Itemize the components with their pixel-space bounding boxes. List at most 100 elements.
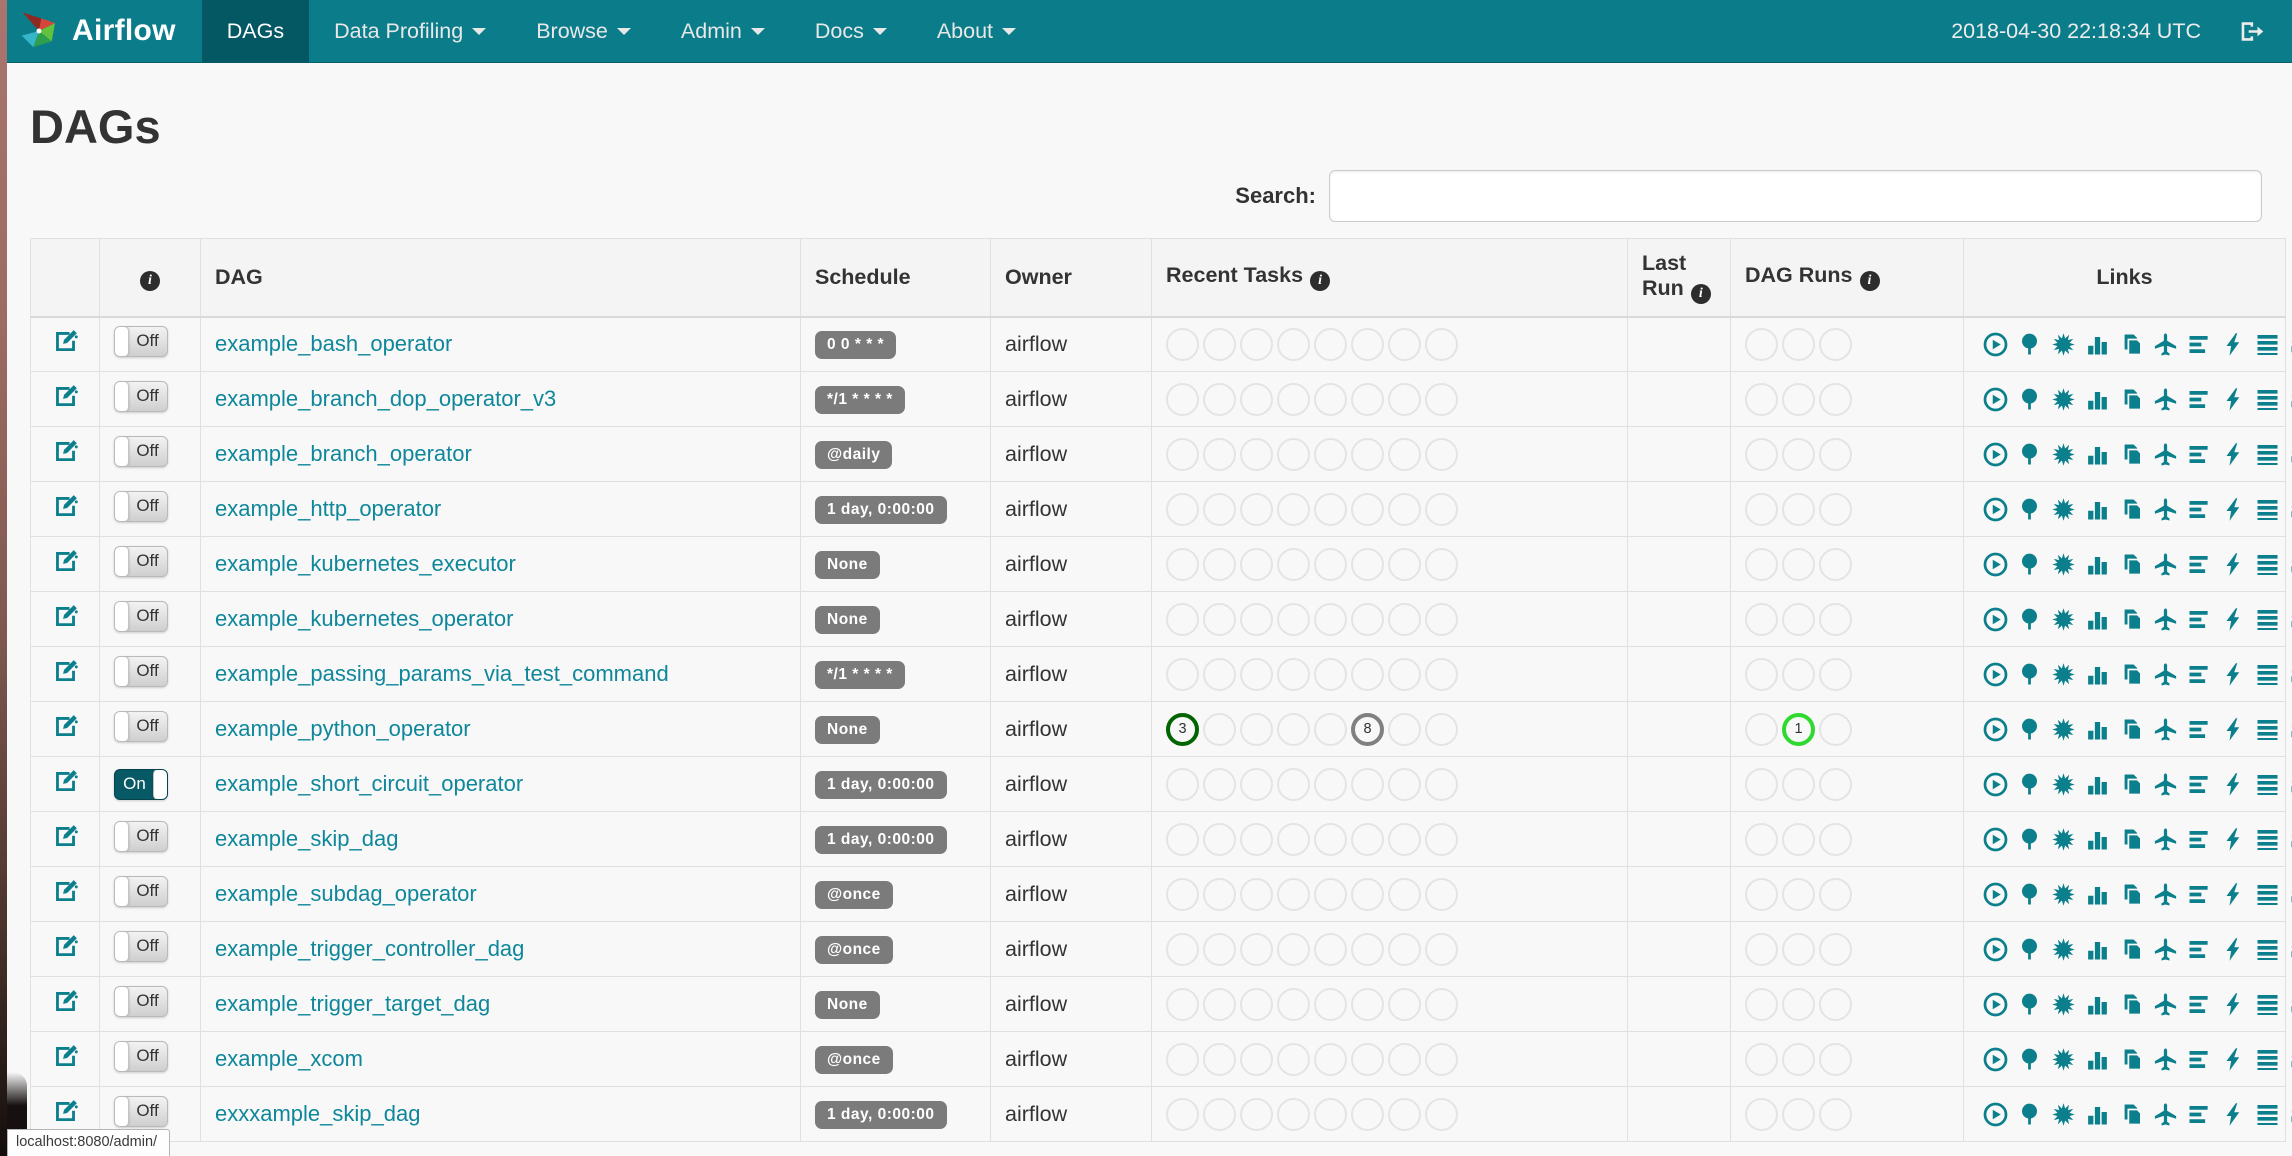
graph-view-icon[interactable]	[2051, 882, 2076, 907]
logs-icon[interactable]	[2255, 717, 2280, 742]
landing-times-icon[interactable]	[2153, 717, 2178, 742]
dag-pause-toggle[interactable]: Off	[114, 710, 168, 742]
dag-name-link[interactable]: exxxample_skip_dag	[215, 1101, 420, 1126]
refresh-icon[interactable]	[2289, 607, 2292, 632]
dag-name-link[interactable]: example_trigger_controller_dag	[215, 936, 524, 961]
landing-times-icon[interactable]	[2153, 1102, 2178, 1127]
code-view-icon[interactable]	[2221, 442, 2246, 467]
task-tries-icon[interactable]	[2119, 332, 2144, 357]
logs-icon[interactable]	[2255, 497, 2280, 522]
refresh-icon[interactable]	[2289, 1047, 2292, 1072]
code-view-icon[interactable]	[2221, 497, 2246, 522]
nav-item-docs[interactable]: Docs	[790, 0, 912, 63]
task-duration-icon[interactable]	[2085, 882, 2110, 907]
task-tries-icon[interactable]	[2119, 1102, 2144, 1127]
graph-view-icon[interactable]	[2051, 717, 2076, 742]
dag-name-link[interactable]: example_branch_dop_operator_v3	[215, 386, 556, 411]
edit-dag-icon[interactable]	[52, 438, 79, 465]
trigger-dag-icon[interactable]	[1983, 662, 2008, 687]
logs-icon[interactable]	[2255, 607, 2280, 632]
landing-times-icon[interactable]	[2153, 497, 2178, 522]
schedule-badge[interactable]: None	[815, 715, 880, 744]
edit-dag-icon[interactable]	[52, 1043, 79, 1070]
tree-view-icon[interactable]	[2017, 607, 2042, 632]
tree-view-icon[interactable]	[2017, 1102, 2042, 1127]
task-tries-icon[interactable]	[2119, 937, 2144, 962]
graph-view-icon[interactable]	[2051, 1047, 2076, 1072]
dag-pause-toggle[interactable]: Off	[114, 1040, 168, 1072]
edit-dag-icon[interactable]	[52, 328, 79, 355]
tree-view-icon[interactable]	[2017, 1047, 2042, 1072]
trigger-dag-icon[interactable]	[1983, 1047, 2008, 1072]
edit-dag-icon[interactable]	[52, 713, 79, 740]
task-duration-icon[interactable]	[2085, 992, 2110, 1017]
landing-times-icon[interactable]	[2153, 992, 2178, 1017]
tree-view-icon[interactable]	[2017, 937, 2042, 962]
task-duration-icon[interactable]	[2085, 442, 2110, 467]
task-tries-icon[interactable]	[2119, 607, 2144, 632]
tree-view-icon[interactable]	[2017, 552, 2042, 577]
trigger-dag-icon[interactable]	[1983, 1102, 2008, 1127]
task-duration-icon[interactable]	[2085, 717, 2110, 742]
dag-pause-toggle[interactable]: Off	[114, 1095, 168, 1127]
refresh-icon[interactable]	[2289, 882, 2292, 907]
logs-icon[interactable]	[2255, 772, 2280, 797]
schedule-badge[interactable]: 1 day, 0:00:00	[815, 495, 947, 524]
search-input[interactable]	[1329, 170, 2262, 222]
dag-pause-toggle[interactable]: Off	[114, 930, 168, 962]
dag-name-link[interactable]: example_python_operator	[215, 716, 471, 741]
nav-item-data-profiling[interactable]: Data Profiling	[309, 0, 511, 63]
gantt-icon[interactable]	[2187, 552, 2212, 577]
dag-pause-toggle[interactable]: On	[114, 768, 168, 800]
logs-icon[interactable]	[2255, 992, 2280, 1017]
edit-dag-icon[interactable]	[52, 988, 79, 1015]
tree-view-icon[interactable]	[2017, 662, 2042, 687]
dag-name-link[interactable]: example_kubernetes_operator	[215, 606, 513, 631]
refresh-icon[interactable]	[2289, 1102, 2292, 1127]
edit-dag-icon[interactable]	[52, 493, 79, 520]
dag-pause-toggle[interactable]: Off	[114, 545, 168, 577]
dag-name-link[interactable]: example_passing_params_via_test_command	[215, 661, 669, 686]
landing-times-icon[interactable]	[2153, 442, 2178, 467]
landing-times-icon[interactable]	[2153, 332, 2178, 357]
logs-icon[interactable]	[2255, 882, 2280, 907]
landing-times-icon[interactable]	[2153, 772, 2178, 797]
graph-view-icon[interactable]	[2051, 442, 2076, 467]
gantt-icon[interactable]	[2187, 1047, 2212, 1072]
logs-icon[interactable]	[2255, 937, 2280, 962]
dag-name-link[interactable]: example_xcom	[215, 1046, 363, 1071]
schedule-badge[interactable]: @once	[815, 1045, 893, 1074]
dag-name-link[interactable]: example_branch_operator	[215, 441, 472, 466]
edit-dag-icon[interactable]	[52, 658, 79, 685]
landing-times-icon[interactable]	[2153, 1047, 2178, 1072]
logs-icon[interactable]	[2255, 332, 2280, 357]
schedule-badge[interactable]: None	[815, 605, 880, 634]
graph-view-icon[interactable]	[2051, 772, 2076, 797]
task-tries-icon[interactable]	[2119, 992, 2144, 1017]
task-duration-icon[interactable]	[2085, 552, 2110, 577]
refresh-icon[interactable]	[2289, 662, 2292, 687]
task-duration-icon[interactable]	[2085, 1047, 2110, 1072]
task-tries-icon[interactable]	[2119, 882, 2144, 907]
landing-times-icon[interactable]	[2153, 827, 2178, 852]
dag-pause-toggle[interactable]: Off	[114, 325, 168, 357]
tree-view-icon[interactable]	[2017, 332, 2042, 357]
trigger-dag-icon[interactable]	[1983, 387, 2008, 412]
code-view-icon[interactable]	[2221, 387, 2246, 412]
refresh-icon[interactable]	[2289, 717, 2292, 742]
logs-icon[interactable]	[2255, 1102, 2280, 1127]
gantt-icon[interactable]	[2187, 937, 2212, 962]
landing-times-icon[interactable]	[2153, 607, 2178, 632]
gantt-icon[interactable]	[2187, 497, 2212, 522]
dag-pause-toggle[interactable]: Off	[114, 435, 168, 467]
task-duration-icon[interactable]	[2085, 1102, 2110, 1127]
trigger-dag-icon[interactable]	[1983, 332, 2008, 357]
code-view-icon[interactable]	[2221, 937, 2246, 962]
task-duration-icon[interactable]	[2085, 387, 2110, 412]
dag-name-link[interactable]: example_trigger_target_dag	[215, 991, 490, 1016]
code-view-icon[interactable]	[2221, 552, 2246, 577]
graph-view-icon[interactable]	[2051, 607, 2076, 632]
gantt-icon[interactable]	[2187, 772, 2212, 797]
code-view-icon[interactable]	[2221, 717, 2246, 742]
task-state-circle-running[interactable]: 1	[1782, 712, 1815, 746]
